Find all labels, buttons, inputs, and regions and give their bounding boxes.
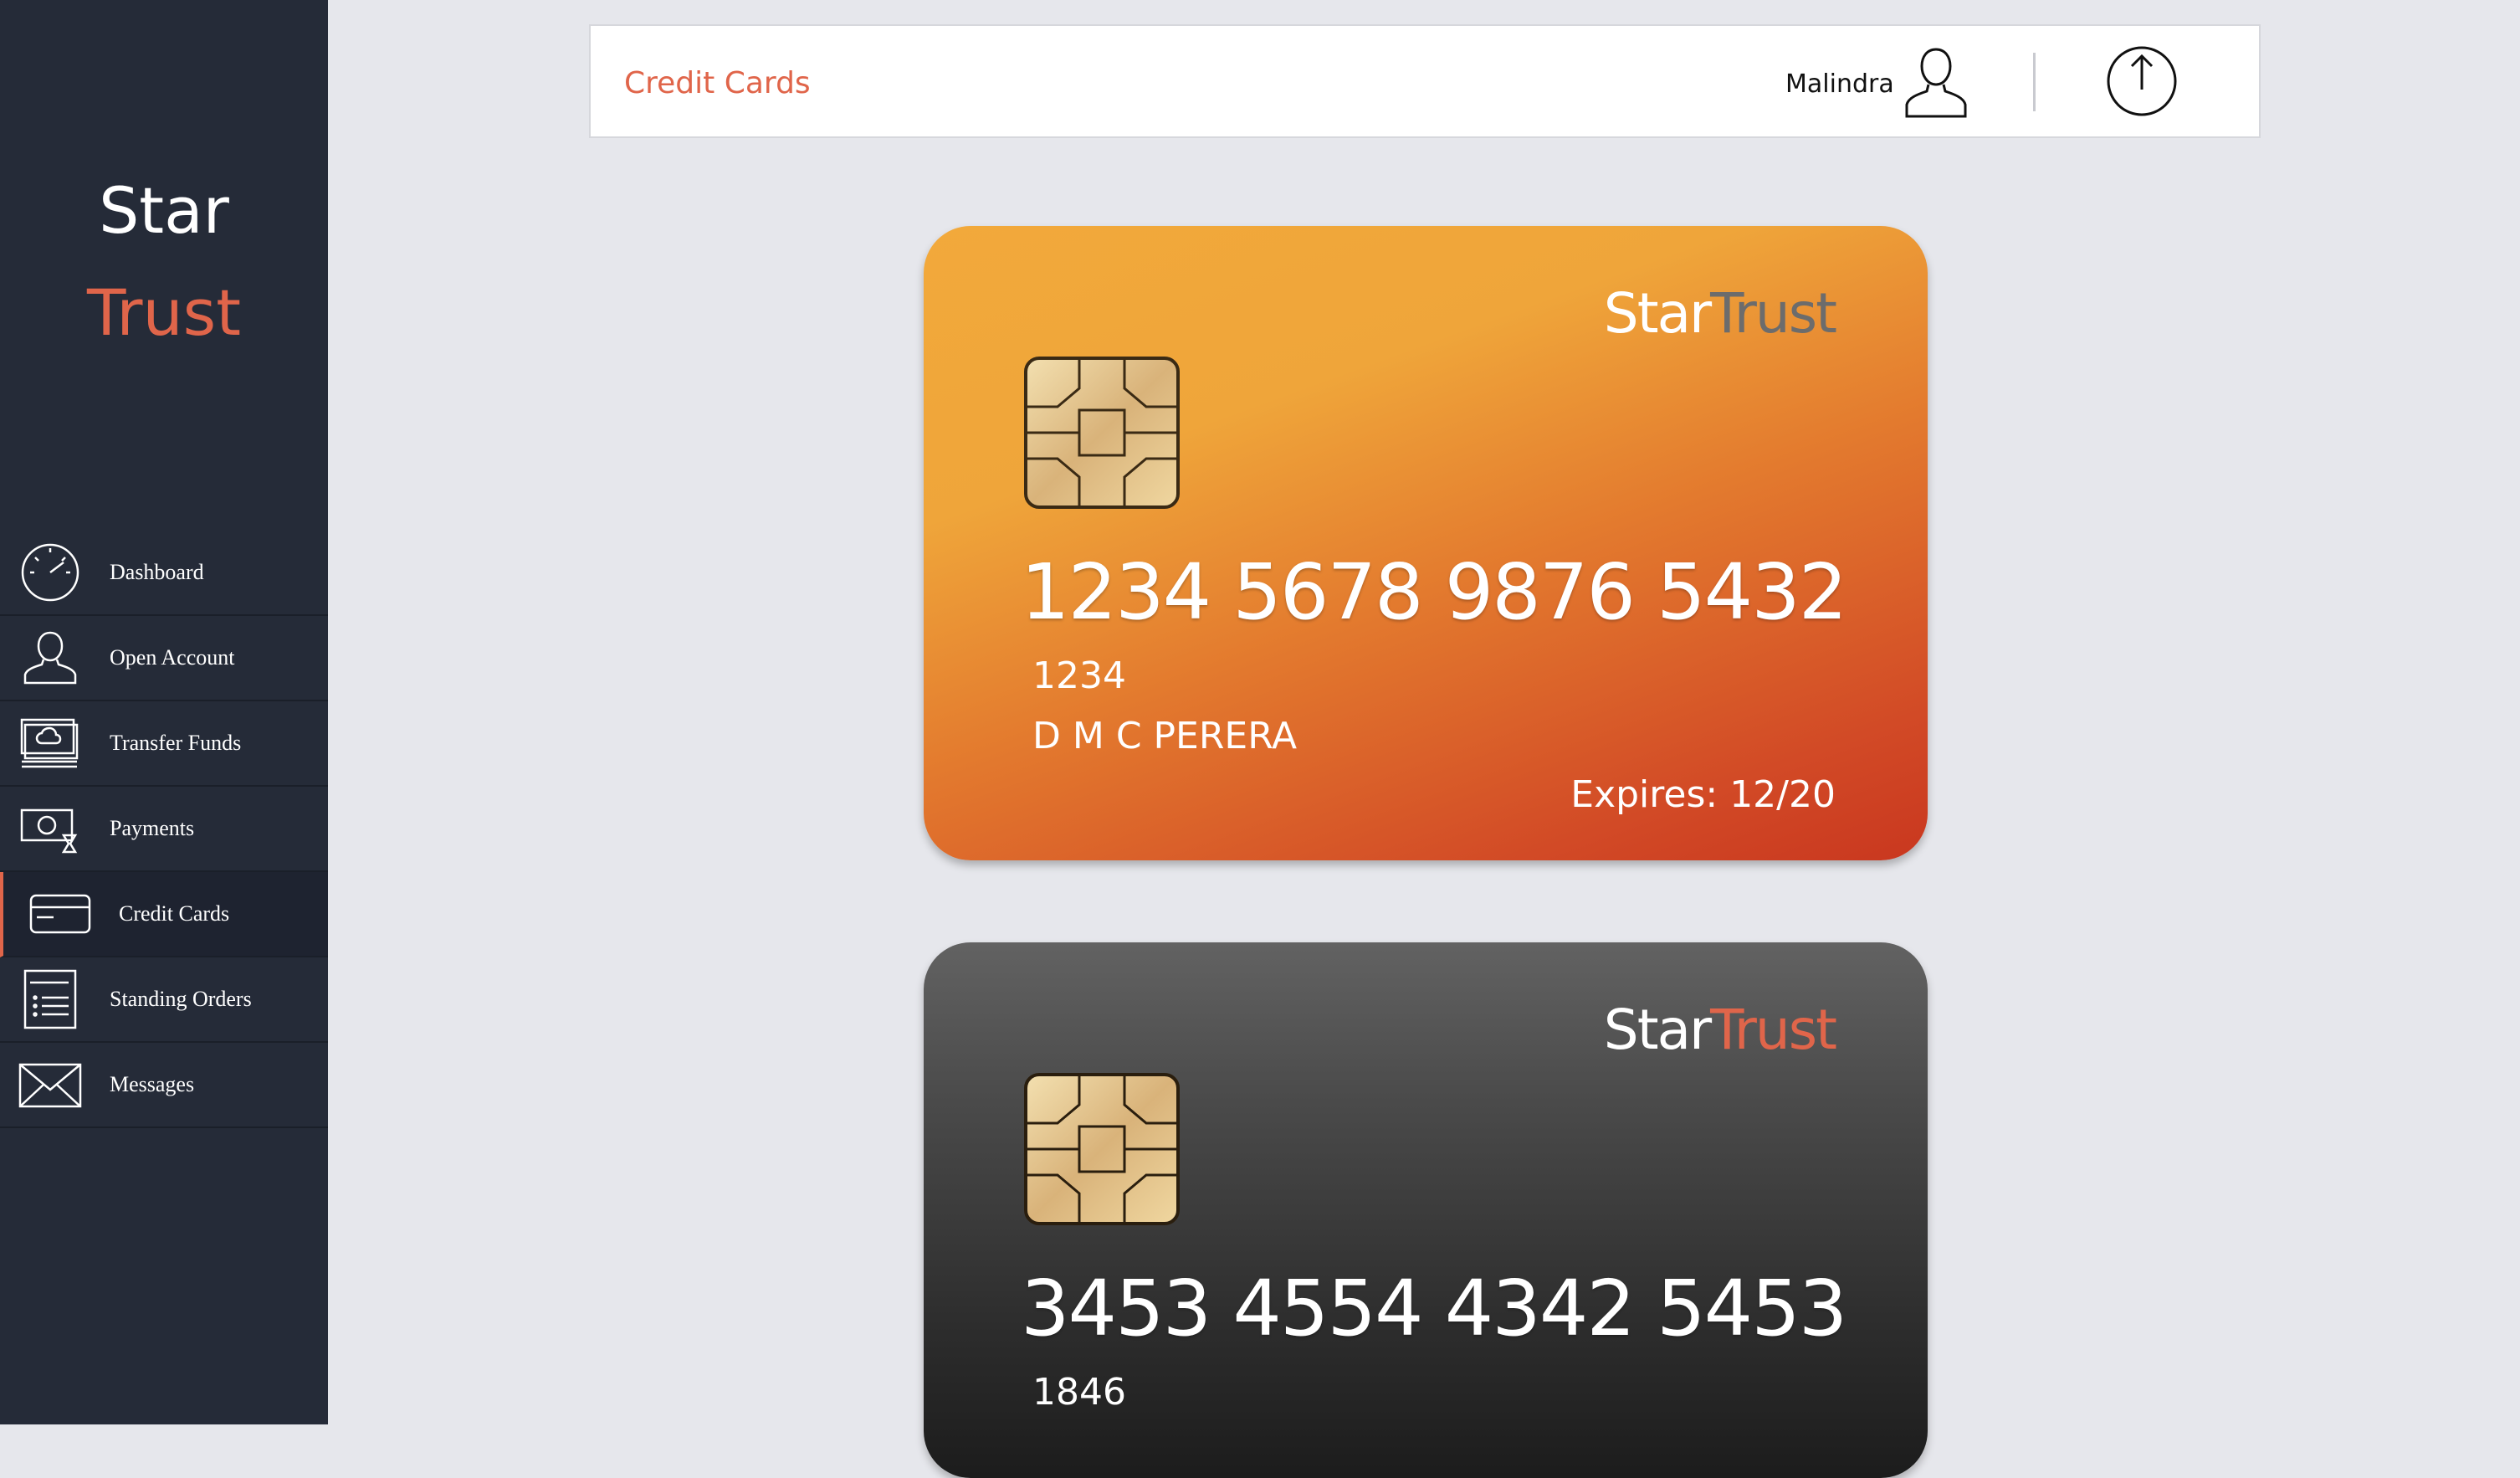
sidebar-item-label: Payments xyxy=(110,816,195,840)
list-document-icon xyxy=(18,969,82,1029)
sidebar-item-payments[interactable]: Payments xyxy=(0,787,328,872)
card-brand-star: Star xyxy=(1603,281,1712,346)
sidebar-item-label: Standing Orders xyxy=(110,987,252,1011)
card-brand-trust: Trust xyxy=(1710,998,1837,1062)
logout-icon[interactable] xyxy=(2103,43,2180,120)
speedometer-icon xyxy=(18,542,82,603)
card-expiry: Expires: 12/20 xyxy=(1570,773,1836,816)
card-code: 1234 xyxy=(1032,654,1126,697)
card-number: 1234 5678 9876 5432 xyxy=(1021,547,1847,637)
sidebar: Star Trust Dashboard Open Account Transf… xyxy=(0,0,328,1424)
sidebar-item-transfer-funds[interactable]: Transfer Funds xyxy=(0,701,328,787)
header-bar: Credit Cards Malindra xyxy=(589,24,2261,138)
credit-card-dark[interactable]: StarTrust 3453 4554 4342 5453 1846 xyxy=(924,942,1928,1478)
username[interactable]: Malindra xyxy=(1785,69,1894,99)
card-brand-trust: Trust xyxy=(1710,281,1837,346)
sidebar-item-label: Messages xyxy=(110,1072,195,1096)
brand-logo-star: Star xyxy=(99,173,229,248)
sidebar-item-open-account[interactable]: Open Account xyxy=(0,616,328,701)
chip-icon xyxy=(1024,357,1180,509)
sidebar-item-standing-orders[interactable]: Standing Orders xyxy=(0,957,328,1043)
sidebar-item-label: Open Account xyxy=(110,645,235,670)
header-divider xyxy=(2033,53,2036,111)
credit-card-orange[interactable]: StarTrust 1234 5678 9876 5432 1234 D M C… xyxy=(924,226,1928,860)
sidebar-item-credit-cards[interactable]: Credit Cards xyxy=(0,872,328,957)
sidebar-item-label: Transfer Funds xyxy=(110,731,242,755)
card-code: 1846 xyxy=(1032,1371,1126,1414)
card-brand-logo: StarTrust xyxy=(1603,281,1837,346)
user-icon xyxy=(18,628,82,688)
page-title: Credit Cards xyxy=(624,66,811,100)
user-icon[interactable] xyxy=(1903,44,1969,120)
card-brand-logo: StarTrust xyxy=(1603,998,1837,1062)
brand-logo-trust: Trust xyxy=(86,275,242,350)
card-brand-star: Star xyxy=(1603,998,1712,1062)
sidebar-item-label: Dashboard xyxy=(110,560,204,584)
sidebar-item-messages[interactable]: Messages xyxy=(0,1043,328,1128)
credit-card-icon xyxy=(28,884,92,944)
envelope-icon xyxy=(18,1055,82,1115)
sidebar-item-label: Credit Cards xyxy=(119,901,230,926)
payment-icon xyxy=(18,798,82,859)
sidebar-item-dashboard[interactable]: Dashboard xyxy=(0,531,328,616)
chip-icon xyxy=(1024,1073,1180,1225)
sidebar-nav: Dashboard Open Account Transfer Funds Pa… xyxy=(0,531,328,1128)
money-transfer-icon xyxy=(18,713,82,773)
card-holder-name: D M C PERERA xyxy=(1032,715,1298,757)
card-number: 3453 4554 4342 5453 xyxy=(1021,1264,1847,1353)
